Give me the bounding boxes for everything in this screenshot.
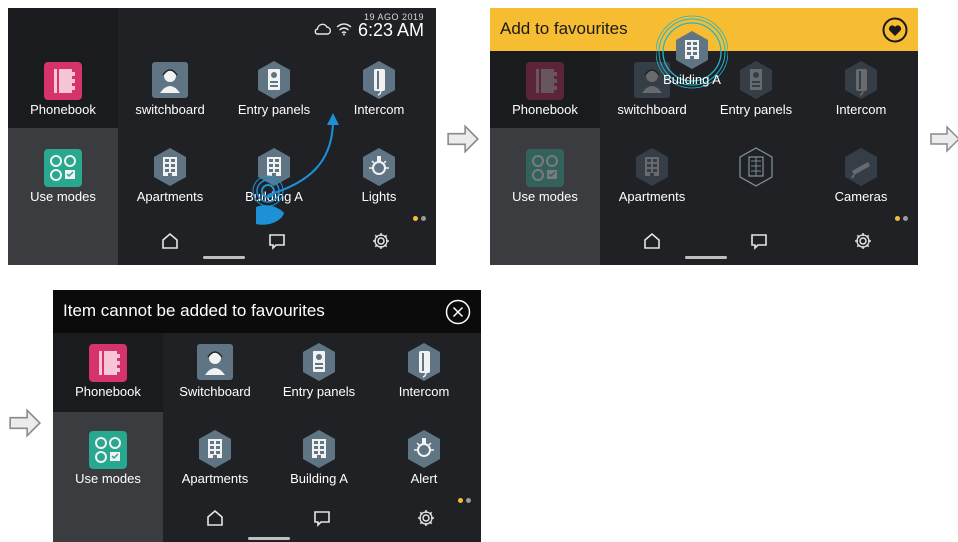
right-arrow-icon xyxy=(8,408,42,438)
chat-icon[interactable] xyxy=(749,231,769,251)
phonebook-label-wrap: Phonebook xyxy=(490,58,600,124)
tile-label: Apartments xyxy=(618,189,686,204)
screen-add-favourite: Add to favourites Phonebook Use modes sw… xyxy=(490,8,918,265)
use-modes-icon xyxy=(89,431,127,469)
use-modes-tile[interactable]: Use modes xyxy=(8,145,118,211)
bottom-nav xyxy=(118,221,436,265)
entry-panel-icon xyxy=(738,60,774,100)
gear-icon[interactable] xyxy=(416,508,436,528)
banner-text: Add to favourites xyxy=(500,19,628,38)
dragged-item[interactable]: Building A xyxy=(656,12,728,92)
use-modes-tile[interactable]: Use modes xyxy=(53,427,163,493)
apartments-tile[interactable]: Apartments xyxy=(120,143,220,209)
intercom-icon xyxy=(406,342,442,382)
home-indicator-bar xyxy=(685,256,727,259)
alert-light-icon xyxy=(406,429,442,469)
tile-label: switchboard xyxy=(617,102,687,117)
phonebook-icon xyxy=(89,344,127,382)
tile-label: Use modes xyxy=(512,189,578,204)
switchboard-tile[interactable]: Switchboard xyxy=(165,340,265,406)
empty-slot-tile xyxy=(706,143,806,209)
tile-label: switchboard xyxy=(135,102,205,117)
screen-home: 19 AGO 2019 6:23 AM Phonebook Use modes … xyxy=(8,8,436,265)
building-icon xyxy=(634,147,670,187)
time-text: 6:23 AM xyxy=(357,20,424,40)
home-icon[interactable] xyxy=(642,231,662,251)
error-banner: Item cannot be added to favourites xyxy=(53,290,481,333)
switchboard-tile[interactable]: switchboard xyxy=(120,58,220,124)
building-icon xyxy=(674,30,710,70)
drag-gesture-overlay xyxy=(252,113,339,225)
apartments-tile[interactable]: Apartments xyxy=(165,425,265,491)
screen-favourite-error: Item cannot be added to favourites Phone… xyxy=(53,290,481,542)
right-arrow-icon xyxy=(446,124,480,154)
clock: 19 AGO 2019 6:23 AM xyxy=(358,12,424,41)
phonebook-tile[interactable]: Phonebook xyxy=(8,58,118,124)
building-a-tile[interactable]: Building A xyxy=(269,425,369,491)
camera-icon xyxy=(843,147,879,187)
tile-label: Use modes xyxy=(30,189,96,204)
cloud-icon xyxy=(314,23,332,35)
dragged-label: Building A xyxy=(663,72,721,87)
tile-label: Entry panels xyxy=(282,384,356,399)
tile-label: Entry panels xyxy=(719,102,793,117)
right-arrow-icon xyxy=(930,125,958,153)
phonebook-icon xyxy=(44,62,82,100)
tile-label: Phonebook xyxy=(30,102,96,117)
home-icon[interactable] xyxy=(205,508,225,528)
intercom-icon xyxy=(361,60,397,100)
phonebook-tile[interactable]: Phonebook xyxy=(53,340,163,406)
tile-label: Apartments xyxy=(136,189,204,204)
apartments-tile[interactable]: Apartments xyxy=(602,143,702,209)
tile-label: Intercom xyxy=(835,102,887,117)
tile-label: Switchboard xyxy=(179,384,251,399)
alert-tile[interactable]: Alert xyxy=(373,425,475,491)
entry-panel-icon xyxy=(256,60,292,100)
entry-panel-icon xyxy=(301,342,337,382)
light-bulb-icon xyxy=(361,147,397,187)
home-icon[interactable] xyxy=(160,231,180,251)
tile-label: Building A xyxy=(290,471,348,486)
tile-label: Alert xyxy=(410,471,438,486)
intercom-tile[interactable]: Intercom xyxy=(810,56,912,122)
wifi-icon xyxy=(336,23,352,36)
status-icons xyxy=(312,22,352,36)
home-indicator-bar xyxy=(248,537,290,540)
gear-icon[interactable] xyxy=(853,231,873,251)
cameras-tile[interactable]: Cameras xyxy=(810,143,912,209)
tile-label: Intercom xyxy=(398,384,450,399)
building-icon xyxy=(197,429,233,469)
heart-icon[interactable] xyxy=(882,17,908,43)
chat-icon[interactable] xyxy=(267,231,287,251)
use-modes-icon xyxy=(44,149,82,187)
close-icon[interactable] xyxy=(445,299,471,325)
building-icon xyxy=(152,147,188,187)
switchboard-icon xyxy=(152,62,188,98)
chat-icon[interactable] xyxy=(312,508,332,528)
entry-panels-tile[interactable]: Entry panels xyxy=(269,338,369,404)
tile-label: Use modes xyxy=(75,471,141,486)
intercom-icon xyxy=(843,60,879,100)
tile-label: Cameras xyxy=(834,189,888,204)
gear-icon[interactable] xyxy=(371,231,391,251)
tile-label: Apartments xyxy=(181,471,249,486)
tile-label: Phonebook xyxy=(75,384,141,399)
bottom-nav xyxy=(600,221,918,265)
home-indicator-bar xyxy=(203,256,245,259)
tile-label: Phonebook xyxy=(512,102,578,117)
intercom-tile[interactable]: Intercom xyxy=(373,338,475,404)
building-icon xyxy=(301,429,337,469)
use-modes-label-wrap: Use modes xyxy=(490,145,600,211)
building-outline-icon xyxy=(739,147,773,187)
bottom-nav xyxy=(163,498,481,542)
switchboard-icon xyxy=(197,344,233,380)
banner-text: Item cannot be added to favourites xyxy=(63,301,325,320)
